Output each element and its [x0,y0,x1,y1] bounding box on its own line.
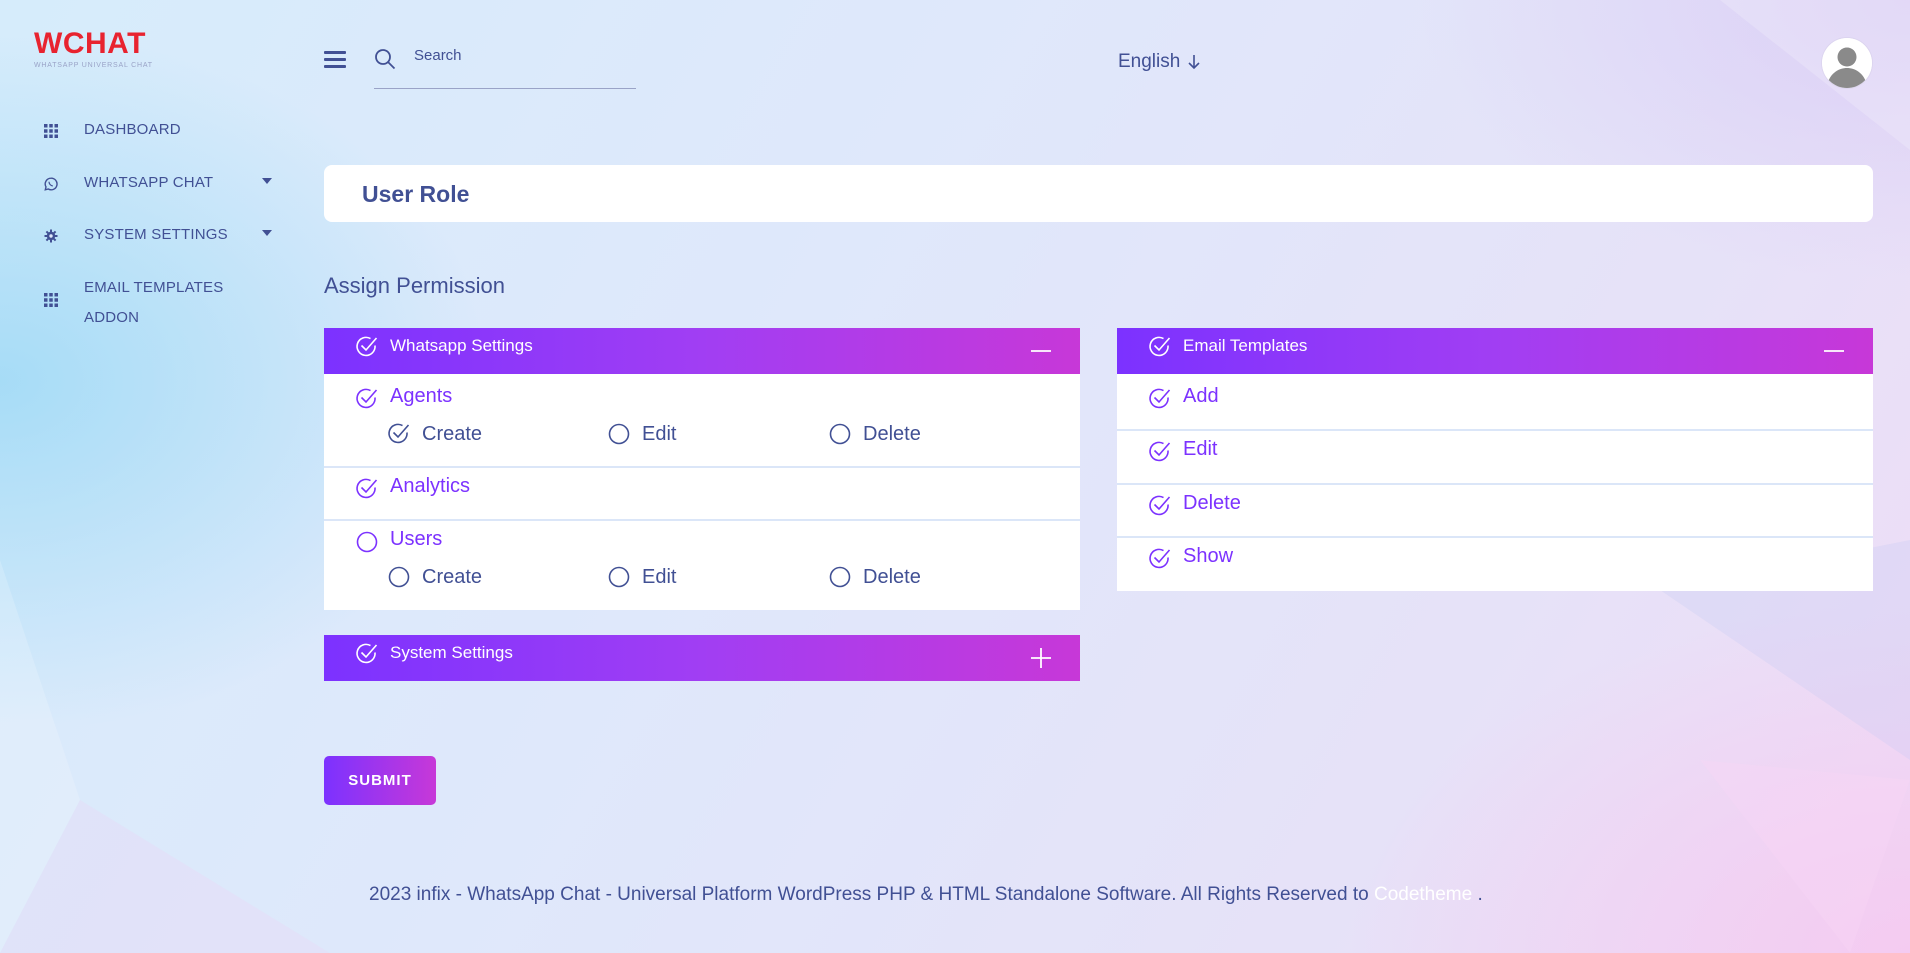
whatsapp-icon [42,175,60,193]
permission-row-label[interactable]: Add [1183,385,1219,408]
check-circle-icon[interactable] [1147,386,1173,417]
permission-row-label[interactable]: Users [390,528,442,551]
menu-toggle-button[interactable] [324,51,346,69]
app-logo[interactable]: WCHAT WHATSAPP UNIVERSAL CHAT [34,27,153,70]
check-circle-icon[interactable] [1147,546,1173,577]
check-circle-icon[interactable] [1147,334,1173,365]
permission-option-delete[interactable]: Delete [827,564,921,590]
check-circle-icon[interactable] [354,641,380,672]
permission-option-label: Edit [642,565,677,588]
language-label: English [1118,51,1181,72]
permission-row-agents: Agents Create Edit Delete [324,378,1080,468]
footer: 2023 infix - WhatsApp Chat - Universal P… [369,884,1483,906]
sidebar-item-whatsapp-chat[interactable]: WHATSAPP CHAT [42,174,272,198]
search-icon [374,48,396,75]
collapse-minus-icon[interactable] [1030,340,1052,362]
logo-subtitle: WHATSAPP UNIVERSAL CHAT [34,62,153,69]
permission-row-label[interactable]: Show [1183,545,1233,568]
permission-row-edit: Edit [1117,431,1873,485]
sidebar-item-label: EMAIL TEMPLATES ADDON [84,273,223,333]
permission-row-analytics: Analytics [324,468,1080,521]
permission-row-label[interactable]: Delete [1183,492,1241,515]
permission-option-edit[interactable]: Edit [606,564,676,590]
permission-option-label: Delete [863,422,921,445]
page-title-card: User Role [324,165,1873,222]
radio-circle-icon [829,566,851,588]
check-circle-icon[interactable] [354,386,380,417]
permission-option-label: Edit [642,422,677,445]
section-title: Assign Permission [324,273,505,298]
permission-group-title: Email Templates [1183,336,1308,355]
expand-plus-icon[interactable] [1030,647,1052,669]
check-circle-icon [388,423,410,444]
check-circle-icon[interactable] [354,334,380,365]
permission-row-add: Add [1117,378,1873,431]
sidebar-item-label: DASHBOARD [84,121,181,138]
collapse-minus-icon[interactable] [1823,340,1845,362]
sidebar-item-label-line2: ADDON [84,309,140,326]
chevron-down-icon [262,230,272,236]
permission-group-header[interactable]: Email Templates [1117,328,1873,374]
footer-text: 2023 infix - WhatsApp Chat - Universal P… [369,884,1369,905]
radio-circle-icon [388,566,410,588]
permission-option-delete[interactable]: Delete [827,421,921,447]
permission-row-users: Users Create Edit Delete [324,521,1080,610]
check-circle-icon[interactable] [1147,493,1173,524]
logo-title: WCHAT [34,27,146,60]
grid-icon [42,122,60,140]
permission-option-label: Create [422,422,483,445]
permission-group-header[interactable]: System Settings [324,635,1080,681]
permission-group-title: System Settings [390,643,513,662]
permission-option-create[interactable]: Create [386,564,482,590]
radio-circle-icon [608,423,630,445]
permission-option-edit[interactable]: Edit [606,421,676,447]
radio-circle-icon[interactable] [354,529,380,560]
arrow-down-icon [1188,54,1200,70]
chevron-down-icon [262,178,272,184]
gear-icon [42,227,60,245]
footer-suffix: . [1472,884,1483,905]
sidebar-item-label: WHATSAPP CHAT [84,174,214,191]
permission-group-title: Whatsapp Settings [390,336,533,355]
search-bar [374,46,636,89]
permission-row-label[interactable]: Analytics [390,475,470,498]
sidebar-item-email-templates-addon[interactable]: EMAIL TEMPLATES ADDON [42,279,272,333]
permission-group-email-templates: Email Templates Add Edit Delete Show [1117,328,1873,591]
search-input[interactable] [414,47,624,64]
permission-row-delete: Delete [1117,485,1873,538]
sidebar-item-dashboard[interactable]: DASHBOARD [42,121,272,145]
permission-group-whatsapp-settings: Whatsapp Settings Agents Create Edit Del… [324,328,1080,610]
user-avatar[interactable] [1822,38,1872,88]
permission-group-header[interactable]: Whatsapp Settings [324,328,1080,374]
sidebar-item-system-settings[interactable]: SYSTEM SETTINGS [42,226,272,250]
sidebar-item-label-line1: EMAIL TEMPLATES [84,279,224,296]
radio-circle-icon [829,423,851,445]
permission-option-create[interactable]: Create [386,421,482,447]
permission-row-label[interactable]: Agents [390,385,452,408]
permission-option-label: Create [422,565,483,588]
check-circle-icon[interactable] [1147,439,1173,470]
sidebar-item-label: SYSTEM SETTINGS [84,226,228,243]
permission-option-label: Delete [863,565,921,588]
page-title: User Role [362,181,470,207]
grid-icon [42,291,60,309]
submit-button[interactable]: SUBMIT [324,756,436,805]
footer-link[interactable]: Codetheme [1374,884,1472,905]
radio-circle-icon [608,566,630,588]
check-circle-icon[interactable] [354,476,380,507]
permission-group-system-settings: System Settings [324,635,1080,681]
permission-row-label[interactable]: Edit [1183,438,1217,461]
language-selector[interactable]: English [1118,51,1200,73]
permission-row-show: Show [1117,538,1873,591]
